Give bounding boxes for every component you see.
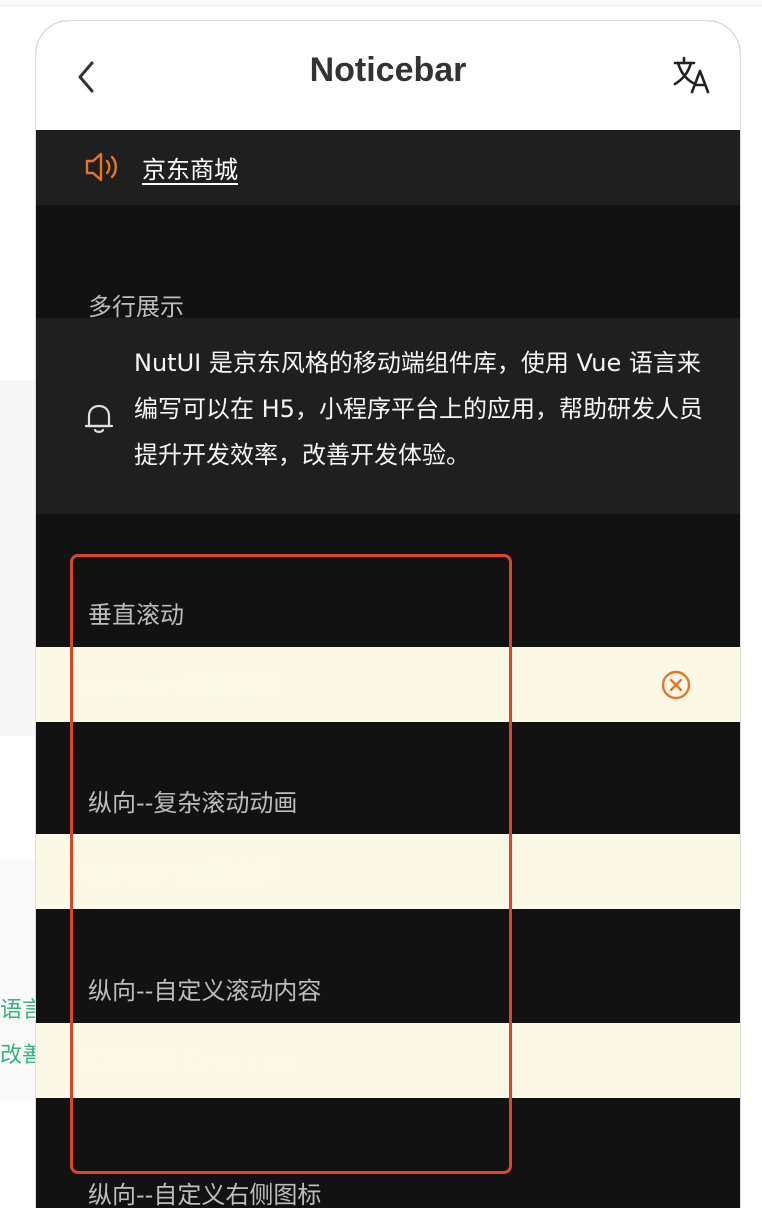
section-title-complex: 纵向--复杂滚动动画 — [88, 789, 298, 817]
ticker-text-2: Cascader 级联选择 — [66, 860, 280, 888]
section-title-custom-icon: 纵向--自定义右侧图标 — [88, 1181, 322, 1208]
ticker-text-1: Cascader 级联选择 — [66, 673, 280, 701]
notice-link[interactable]: 京东商城 — [142, 150, 238, 185]
page-title: Noticebar — [309, 51, 467, 89]
background-top-strip — [0, 0, 762, 6]
vertical-ticker-1[interactable]: Cascader 级联选择 — [36, 647, 740, 722]
background-panel-top — [0, 380, 36, 736]
page: 语言 改善 Noticebar 京东商城 多行展示 NutUI 是京东风格的移动… — [0, 0, 762, 1208]
section-title-vertical: 垂直滚动 — [88, 601, 184, 629]
close-circle-icon[interactable] — [660, 669, 692, 701]
phone-frame: Noticebar 京东商城 多行展示 NutUI 是京东风格的移动端组件库，使… — [35, 20, 741, 1208]
noticebar-multiline: NutUI 是京东风格的移动端组件库，使用 Vue 语言来编写可以在 H5，小程… — [36, 318, 740, 514]
translate-icon — [673, 56, 710, 94]
translate-button[interactable] — [672, 55, 712, 95]
speaker-icon — [85, 152, 117, 182]
demo-content: 京东商城 多行展示 NutUI 是京东风格的移动端组件库，使用 Vue 语言来编… — [36, 130, 740, 1208]
noticebar-basic: 京东商城 — [36, 130, 740, 205]
bell-icon — [84, 404, 114, 433]
vertical-ticker-2[interactable]: Cascader 级联选择 — [36, 834, 740, 909]
multiline-notice-text: NutUI 是京东风格的移动端组件库，使用 Vue 语言来编写可以在 H5，小程… — [134, 349, 703, 469]
vertical-ticker-3[interactable]: 复选按钮 CheckBox — [36, 1023, 740, 1098]
section-title-multiline: 多行展示 — [88, 293, 184, 321]
nav-bar: Noticebar — [36, 21, 740, 130]
section-title-custom-content: 纵向--自定义滚动内容 — [88, 977, 322, 1005]
ticker-text-3: 复选按钮 CheckBox — [76, 1049, 297, 1077]
